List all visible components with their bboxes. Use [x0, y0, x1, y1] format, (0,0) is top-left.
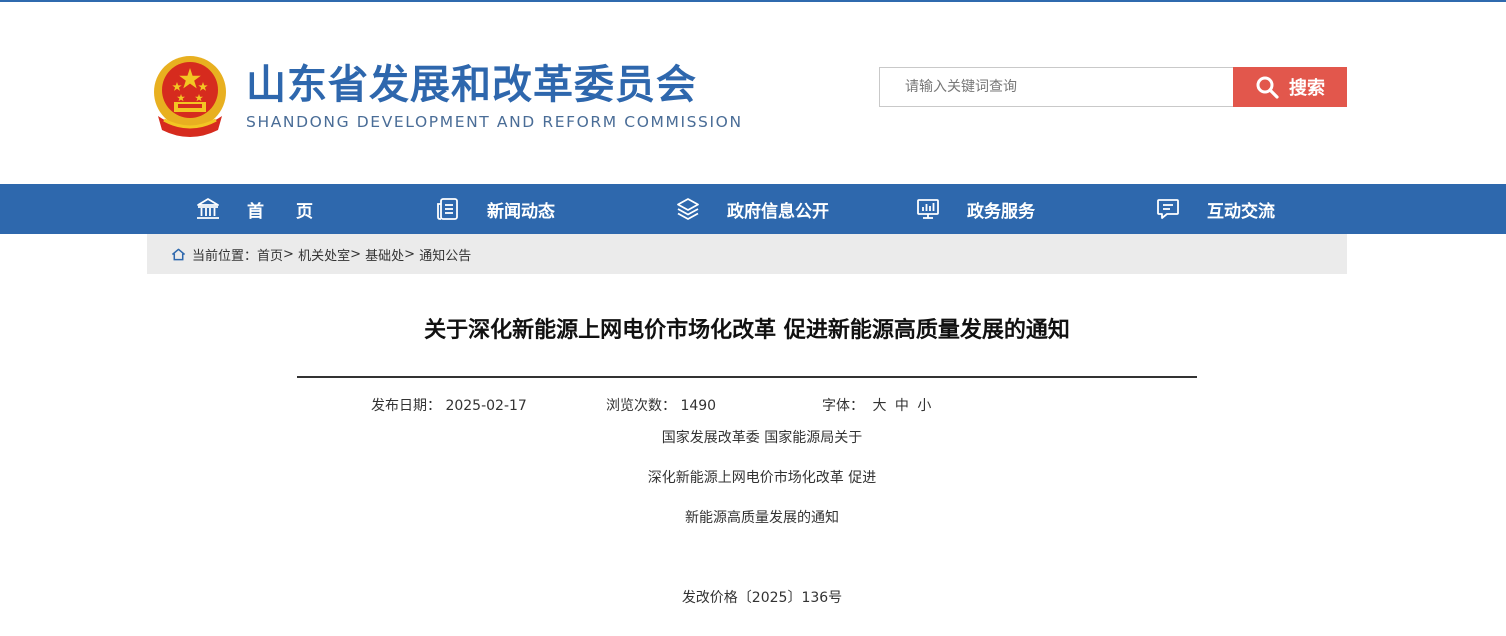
article-body-line: 深化新能源上网电价市场化改革 促进 [647, 470, 877, 486]
nav-item-interaction[interactable]: 互动交流 [1155, 184, 1275, 234]
document-number: 发改价格〔2025〕136号 [681, 590, 843, 606]
building-icon [197, 198, 219, 219]
font-size-medium[interactable]: 中 [895, 398, 909, 414]
site-header: 山东省发展和改革委员会 SHANDONG DEVELOPMENT AND REF… [0, 2, 1506, 184]
breadcrumb-separator: > [283, 246, 294, 262]
publish-date-value: 2025-02-17 [445, 398, 527, 414]
nav-item-home-label: 首页 [247, 201, 345, 222]
search-input[interactable] [880, 68, 1233, 106]
nav-item-home[interactable]: 首页 [195, 184, 345, 234]
breadcrumb-item-infrastructure[interactable]: 基础处 [365, 245, 404, 264]
search-icon [1256, 76, 1279, 99]
view-count: 浏览次数： 1490 [606, 396, 716, 416]
breadcrumb: 当前位置： 首页 > 机关处室 > 基础处 > 通知公告 [147, 234, 1347, 274]
breadcrumb-prefix: 当前位置： [192, 248, 258, 264]
font-size-small[interactable]: 小 [917, 398, 931, 414]
nav-item-interaction-label: 互动交流 [1207, 201, 1275, 222]
breadcrumb-separator: > [404, 246, 416, 262]
nav-item-news[interactable]: 新闻动态 [435, 184, 555, 234]
search-button[interactable]: 搜索 [1233, 67, 1347, 107]
nav-item-gov-info[interactable]: 政府信息公开 [675, 184, 829, 234]
font-size-large[interactable]: 大 [872, 398, 886, 414]
font-size-label: 字体： [822, 398, 864, 414]
article-body-line: 国家发展改革委 国家能源局关于 [661, 430, 863, 446]
search-box [879, 67, 1234, 107]
chat-icon [1157, 199, 1179, 219]
font-size-switcher: 字体： 大 中 小 [822, 396, 931, 416]
article-body-line: 新能源高质量发展的通知 [685, 510, 839, 526]
view-count-label: 浏览次数： [606, 398, 676, 414]
monitor-chart-icon [917, 199, 939, 219]
search-button-label: 搜索 [1289, 78, 1325, 99]
site-subtitle: SHANDONG DEVELOPMENT AND REFORM COMMISSI… [246, 113, 743, 131]
document-icon [437, 198, 458, 220]
national-emblem-icon [154, 56, 226, 137]
publish-date: 发布日期： 2025-02-17 [371, 396, 527, 416]
main-nav: 首页 新闻动态 政府信息公开 政务服务 互动交流 [0, 184, 1506, 234]
nav-item-services[interactable]: 政务服务 [915, 184, 1035, 234]
breadcrumb-separator: > [350, 246, 361, 262]
title-divider [297, 376, 1197, 378]
view-count-value: 1490 [680, 398, 717, 414]
nav-item-services-label: 政务服务 [967, 201, 1035, 222]
home-icon [171, 248, 186, 260]
breadcrumb-item-notices[interactable]: 通知公告 [419, 245, 471, 264]
site-title: 山东省发展和改革委员会 [246, 62, 697, 108]
breadcrumb-item-home[interactable]: 首页 [257, 245, 283, 264]
nav-item-news-label: 新闻动态 [487, 201, 555, 222]
article-title: 关于深化新能源上网电价市场化改革 促进新能源高质量发展的通知 [424, 318, 1070, 343]
layers-icon [677, 198, 699, 220]
breadcrumb-item-offices[interactable]: 机关处室 [298, 245, 350, 264]
nav-item-gov-info-label: 政府信息公开 [727, 201, 829, 222]
publish-date-label: 发布日期： [371, 398, 441, 414]
